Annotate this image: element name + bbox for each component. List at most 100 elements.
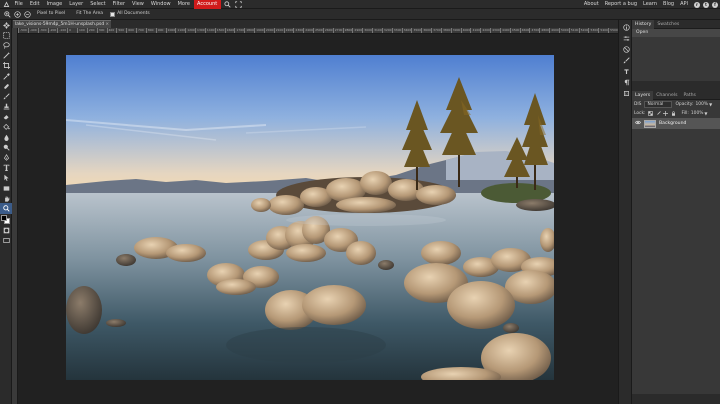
panel-gap — [632, 81, 720, 91]
menu-edit[interactable]: Edit — [26, 0, 43, 9]
fullscreen-icon[interactable] — [234, 0, 243, 9]
clone-stamp-tool-icon[interactable] — [0, 102, 12, 112]
menu-image[interactable]: Image — [43, 0, 66, 9]
document-tab-name: lake_visions-59m4p_5m1H-unsplash.psd — [15, 22, 105, 27]
panel-icon-strip: {} — [618, 20, 632, 404]
tab-swatches[interactable]: Swatches — [654, 20, 682, 29]
tab-channels[interactable]: Channels — [653, 91, 680, 100]
menu-view[interactable]: View — [129, 0, 148, 9]
menu-window[interactable]: Window — [147, 0, 174, 9]
options-bar: Pixel to Pixel Fit The Area All Document… — [0, 9, 720, 20]
lake-photo — [66, 55, 554, 380]
menu-more[interactable]: More — [174, 0, 193, 9]
screen-mode-icon[interactable] — [0, 236, 12, 246]
tab-layers[interactable]: Layers — [632, 90, 654, 100]
fill-value[interactable]: 100% — [691, 111, 704, 116]
info-icon[interactable] — [619, 22, 633, 33]
right-panels: History Swatches Open Layers Channels Pa… — [632, 19, 720, 404]
foreground-color-swatch[interactable] — [1, 214, 7, 221]
blend-label: DIS — [634, 102, 642, 107]
menubar-right: About Report a bug Learn Blog API r t f — [581, 0, 718, 9]
move-tool-icon[interactable] — [0, 20, 12, 30]
css-icon[interactable]: {} — [619, 88, 633, 99]
menubar: File Edit Image Layer Select Filter View… — [0, 0, 720, 9]
svg-text:{}: {} — [624, 93, 628, 96]
history-item-open[interactable]: Open — [632, 29, 720, 37]
fill-label: Fill: — [681, 111, 689, 116]
opacity-value[interactable]: 100% — [696, 102, 709, 107]
brush-tool-icon[interactable] — [0, 91, 12, 101]
link-about[interactable]: About — [581, 0, 602, 9]
lock-move-icon[interactable] — [663, 111, 669, 117]
hand-tool-icon[interactable] — [0, 193, 12, 203]
lock-label: Lock: — [634, 111, 646, 116]
no-entry-icon[interactable] — [619, 44, 633, 55]
shape-tool-icon[interactable] — [0, 183, 12, 193]
lock-brush-icon[interactable] — [655, 111, 661, 117]
tab-history[interactable]: History — [632, 19, 655, 29]
fit-area-button[interactable]: Fit The Area — [72, 10, 107, 18]
type-tool-icon[interactable] — [0, 163, 12, 173]
document-tab[interactable]: lake_visions-59m4p_5m1H-unsplash.psd × — [13, 20, 111, 28]
dodge-tool-icon[interactable] — [0, 142, 12, 152]
facebook-icon[interactable]: f — [712, 1, 718, 8]
document-tabbar: lake_visions-59m4p_5m1H-unsplash.psd × — [12, 20, 618, 28]
app-logo-icon[interactable] — [2, 0, 11, 9]
link-learn[interactable]: Learn — [640, 0, 660, 9]
blend-row: DIS Normal Opacity: 100% ▼ — [632, 100, 720, 109]
opacity-dropdown-icon[interactable]: ▼ — [709, 102, 712, 107]
eye-icon[interactable] — [635, 120, 641, 127]
menu-account[interactable]: Account — [193, 0, 221, 9]
eyedropper-tool-icon[interactable] — [0, 71, 12, 81]
lock-all-icon[interactable] — [670, 111, 676, 117]
history-panel: Open — [632, 29, 720, 81]
properties-icon[interactable] — [619, 33, 633, 44]
blend-mode-select[interactable]: Normal — [644, 101, 673, 108]
lock-transparent-icon[interactable] — [648, 111, 654, 117]
brush-settings-icon[interactable] — [619, 55, 633, 66]
search-icon[interactable] — [223, 0, 232, 9]
link-report-bug[interactable]: Report a bug — [602, 0, 640, 9]
lock-row: Lock: Fill: 100% ▼ — [632, 109, 720, 118]
twitter-icon[interactable]: t — [703, 1, 709, 8]
blur-tool-icon[interactable] — [0, 132, 12, 142]
fill-tool-icon[interactable] — [0, 122, 12, 132]
magic-wand-tool-icon[interactable] — [0, 51, 12, 61]
reddit-icon[interactable]: r — [694, 1, 700, 8]
menu-select[interactable]: Select — [87, 0, 109, 9]
layers-bottom-bar — [632, 394, 720, 404]
zoom-in-icon[interactable] — [3, 10, 11, 18]
pixel-to-pixel-button[interactable]: Pixel to Pixel — [33, 10, 69, 18]
layers-panel: DIS Normal Opacity: 100% ▼ Lock: Fill: 1… — [632, 100, 720, 403]
link-blog[interactable]: Blog — [660, 0, 677, 9]
layers-panel-header: Layers Channels Paths — [632, 90, 720, 100]
healing-brush-tool-icon[interactable] — [0, 81, 12, 91]
lasso-tool-icon[interactable] — [0, 40, 12, 50]
zoom-plus-icon[interactable] — [13, 10, 21, 18]
color-swatches[interactable] — [0, 214, 12, 226]
quick-mask-icon[interactable] — [0, 226, 12, 236]
paragraph-icon[interactable] — [619, 77, 633, 88]
all-documents-checkbox[interactable] — [110, 11, 116, 17]
zoom-tool-icon[interactable] — [0, 203, 12, 214]
document-canvas[interactable] — [66, 55, 554, 380]
menu-layer[interactable]: Layer — [66, 0, 87, 9]
close-tab-icon[interactable]: × — [105, 22, 109, 27]
menu-filter[interactable]: Filter — [109, 0, 128, 9]
crop-tool-icon[interactable] — [0, 61, 12, 71]
fill-dropdown-icon[interactable]: ▼ — [704, 111, 707, 116]
pen-tool-icon[interactable] — [0, 152, 12, 162]
menu-file[interactable]: File — [11, 0, 26, 9]
character-icon[interactable] — [619, 66, 633, 77]
layer-thumbnail — [644, 119, 656, 128]
layer-row-background[interactable]: Background — [632, 118, 720, 129]
link-api[interactable]: API — [677, 0, 691, 9]
history-panel-header: History Swatches — [632, 19, 720, 29]
opacity-label: Opacity: — [675, 102, 694, 107]
eraser-tool-icon[interactable] — [0, 112, 12, 122]
layer-name: Background — [659, 121, 687, 126]
zoom-minus-icon[interactable] — [23, 10, 31, 18]
path-select-tool-icon[interactable] — [0, 173, 12, 183]
tab-paths[interactable]: Paths — [680, 91, 699, 100]
marquee-tool-icon[interactable] — [0, 30, 12, 40]
